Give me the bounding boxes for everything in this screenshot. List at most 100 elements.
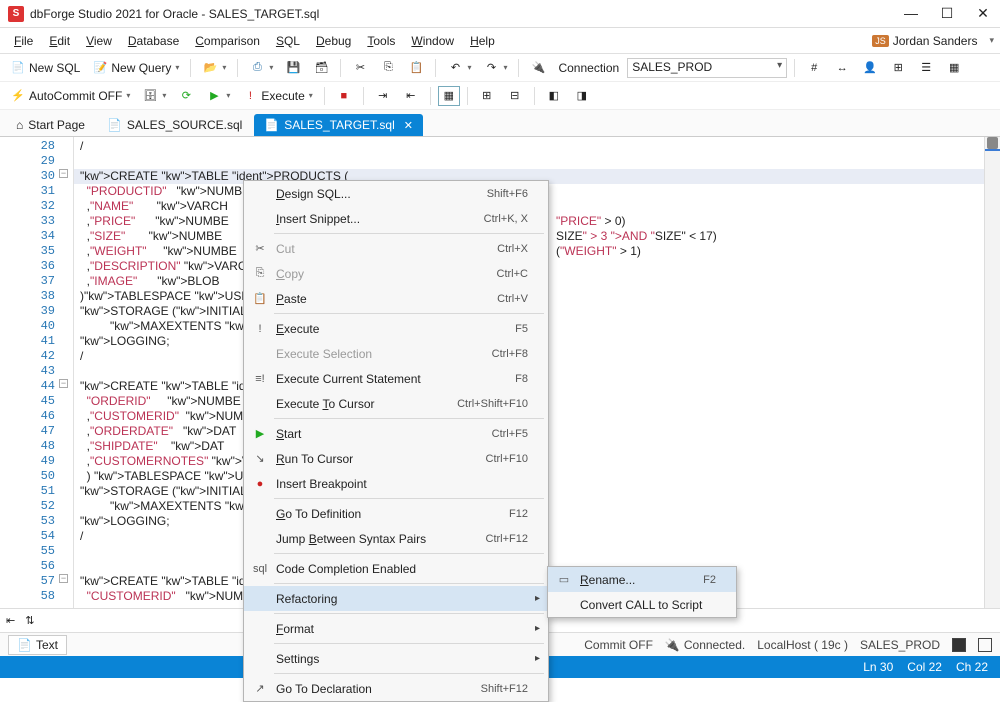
menu-tools[interactable]: Tools (359, 31, 403, 51)
execute-button[interactable]: ▶▾ (202, 86, 234, 106)
menu-file[interactable]: File (6, 31, 41, 51)
box-button[interactable]: ▦ (438, 86, 460, 106)
grid1-button[interactable]: ⊞ (475, 86, 499, 106)
menu-sql[interactable]: SQL (268, 31, 308, 51)
ctx-convert-call-to-script[interactable]: Convert CALL to Script (548, 592, 736, 617)
connection-select[interactable]: SALES_PROD (627, 58, 787, 78)
close-button[interactable]: ✕ (974, 5, 992, 22)
user-badge: JS (872, 35, 889, 47)
copy-icon: ⎘ (380, 60, 396, 76)
save-button[interactable]: 💾 (281, 58, 305, 78)
layout-toggle-2[interactable] (978, 638, 992, 652)
grid2-button[interactable]: ⊟ (503, 86, 527, 106)
ctx-execute[interactable]: !ExecuteF5 (244, 316, 548, 341)
save-all-button[interactable]: 🗃 (309, 58, 333, 78)
execute-label[interactable]: !Execute▾ (238, 86, 316, 106)
ctx-run-to-cursor[interactable]: ↘Run To CursorCtrl+F10 (244, 446, 548, 471)
context-menu[interactable]: Design SQL...Shift+F6Insert Snippet...Ct… (243, 180, 549, 702)
menu-comparison[interactable]: Comparison (187, 31, 268, 51)
ctx-start[interactable]: ▶StartCtrl+F5 (244, 421, 548, 446)
save-dropdown[interactable]: ⎙▾ (245, 58, 277, 78)
new-query-button[interactable]: 📝New Query▾ (88, 58, 183, 78)
ctx-rename-[interactable]: ▭Rename...F2 (548, 567, 736, 592)
misc2-button[interactable]: ◨ (570, 86, 594, 106)
nav-updown-icon[interactable]: ⇅ (25, 614, 34, 627)
refresh-button[interactable]: ⟳ (174, 86, 198, 106)
open-button[interactable]: 📂▾ (198, 58, 230, 78)
tool-e[interactable]: ☰ (914, 58, 938, 78)
ctx-item-icon: ● (248, 478, 272, 490)
ctx-execute-to-cursor[interactable]: Execute To CursorCtrl+Shift+F10 (244, 391, 548, 416)
misc1-button[interactable]: ◧ (542, 86, 566, 106)
ctx-format[interactable]: Format▸ (244, 616, 548, 641)
autocommit-button[interactable]: ⚡AutoCommit OFF▾ (6, 86, 134, 106)
paste-icon: 📋 (408, 60, 424, 76)
ctx-insert-breakpoint[interactable]: ●Insert Breakpoint (244, 471, 548, 496)
undo-button[interactable]: ↶▾ (443, 58, 475, 78)
close-tab-icon[interactable]: ✕ (404, 119, 413, 132)
menu-window[interactable]: Window (403, 31, 462, 51)
misc1-icon: ◧ (546, 88, 562, 104)
doctab-start-page[interactable]: ⌂Start Page (6, 114, 95, 136)
step2-button[interactable]: ⇤ (399, 86, 423, 106)
undo-icon: ↶ (447, 60, 463, 76)
ctx-item-icon: ↗ (248, 682, 272, 695)
doctab-sales-target-sql[interactable]: 📄SALES_TARGET.sql✕ (254, 114, 423, 136)
ctx-item-icon: 📋 (248, 292, 272, 305)
tool-b[interactable]: ↔ (830, 58, 854, 78)
ctx-go-to-declaration[interactable]: ↗Go To DeclarationShift+F12 (244, 676, 548, 701)
menu-database[interactable]: Database (120, 31, 187, 51)
ctx-design-sql-[interactable]: Design SQL...Shift+F6 (244, 181, 548, 206)
scroll-thumb[interactable] (987, 137, 998, 149)
ctx-refactoring[interactable]: Refactoring▸ (244, 586, 548, 611)
user-dropdown-icon[interactable]: ▾ (989, 35, 994, 46)
ctx-execute-current-statement[interactable]: ≡!Execute Current StatementF8 (244, 366, 548, 391)
ctx-code-completion-enabled[interactable]: sqlCode Completion Enabled (244, 556, 548, 581)
ctx-go-to-definition[interactable]: Go To DefinitionF12 (244, 501, 548, 526)
db-button[interactable]: 🗄▾ (138, 86, 170, 106)
ctx-execute-selection: Execute SelectionCtrl+F8 (244, 341, 548, 366)
vertical-scrollbar[interactable] (984, 137, 1000, 608)
refactoring-submenu[interactable]: ▭Rename...F2Convert CALL to Script (547, 566, 737, 618)
grid-icon: ▦ (946, 60, 962, 76)
cut-icon: ✂ (352, 60, 368, 76)
ctx-paste[interactable]: 📋PasteCtrl+V (244, 286, 548, 311)
new-sql-button[interactable]: 📄New SQL (6, 58, 84, 78)
minimize-button[interactable]: — (902, 5, 920, 22)
nav-left-icon[interactable]: ⇤ (6, 614, 15, 627)
copy-button[interactable]: ⎘ (376, 58, 400, 78)
save-icon: ⎙ (249, 60, 265, 76)
tool-d[interactable]: ⊞ (886, 58, 910, 78)
exclaim-icon: ! (242, 88, 258, 104)
maximize-button[interactable]: ☐ (938, 5, 956, 22)
ctx-settings[interactable]: Settings▸ (244, 646, 548, 671)
tool-f[interactable]: ▦ (942, 58, 966, 78)
toolbar-main: 📄New SQL 📝New Query▾ 📂▾ ⎙▾ 💾 🗃 ✂ ⎘ 📋 ↶▾ … (0, 54, 1000, 82)
user-name[interactable]: Jordan Sanders (893, 34, 978, 48)
menu-view[interactable]: View (78, 31, 120, 51)
ctx-cut: ✂CutCtrl+X (244, 236, 548, 261)
folder-open-icon: 📂 (202, 60, 218, 76)
doctab-sales-source-sql[interactable]: 📄SALES_SOURCE.sql (97, 114, 252, 136)
box-icon: ▦ (441, 88, 457, 104)
connection-icon-button[interactable]: 🔌 (526, 58, 550, 78)
layout-toggle-1[interactable] (952, 638, 966, 652)
document-tabs: ⌂Start Page📄SALES_SOURCE.sql📄SALES_TARGE… (0, 110, 1000, 136)
menu-debug[interactable]: Debug (308, 31, 359, 51)
menu-edit[interactable]: Edit (41, 31, 78, 51)
menu-help[interactable]: Help (462, 31, 503, 51)
paste-button[interactable]: 📋 (404, 58, 428, 78)
stop-button[interactable]: ■ (332, 86, 356, 106)
list-icon: ☰ (918, 60, 934, 76)
ctx-jump-between-syntax-pairs[interactable]: Jump Between Syntax PairsCtrl+F12 (244, 526, 548, 551)
redo-button[interactable]: ↷▾ (479, 58, 511, 78)
step-button[interactable]: ⇥ (371, 86, 395, 106)
cut-button[interactable]: ✂ (348, 58, 372, 78)
tool-c[interactable]: 👤 (858, 58, 882, 78)
view-text-tab[interactable]: 📄Text (8, 635, 67, 655)
ctx-insert-snippet-[interactable]: Insert Snippet...Ctrl+K, X (244, 206, 548, 231)
tool-a[interactable]: # (802, 58, 826, 78)
misc2-icon: ◨ (574, 88, 590, 104)
arrow-icon: ↔ (834, 60, 850, 76)
sql-file-icon: 📄 (107, 118, 122, 132)
